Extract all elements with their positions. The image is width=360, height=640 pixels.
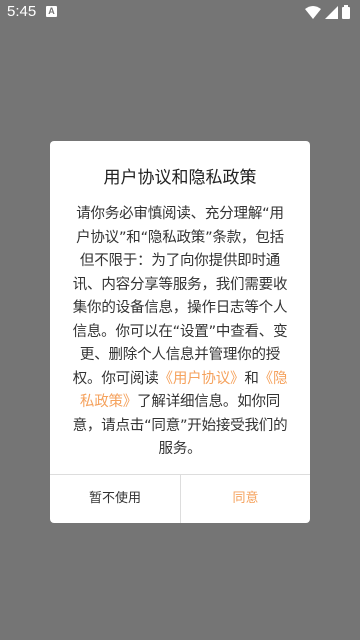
decline-button[interactable]: 暂不使用 [50, 475, 180, 523]
status-icons [305, 4, 350, 20]
body-text-part1: 请你务必审慎阅读、充分理解“用户协议”和“隐私政策”条款，包括但不限于：为了向你… [72, 206, 288, 387]
battery-icon [342, 5, 350, 19]
connector-text: 和 [244, 370, 259, 387]
wifi-icon [305, 5, 321, 19]
status-time: 5:45 [7, 3, 37, 20]
signal-icon [325, 5, 338, 19]
privacy-dialog: 用户协议和隐私政策 请你务必审慎阅读、充分理解“用户协议”和“隐私政策”条款，包… [50, 141, 310, 523]
user-agreement-link[interactable]: 《用户协议》 [159, 371, 245, 387]
dialog-body: 请你务必审慎阅读、充分理解“用户协议”和“隐私政策”条款，包括但不限于：为了向你… [70, 203, 290, 462]
status-bar: 5:45 A [0, 0, 360, 24]
dialog-title: 用户协议和隐私政策 [103, 168, 257, 188]
agree-button[interactable]: 同意 [181, 475, 310, 523]
notification-a-icon: A [46, 6, 57, 17]
